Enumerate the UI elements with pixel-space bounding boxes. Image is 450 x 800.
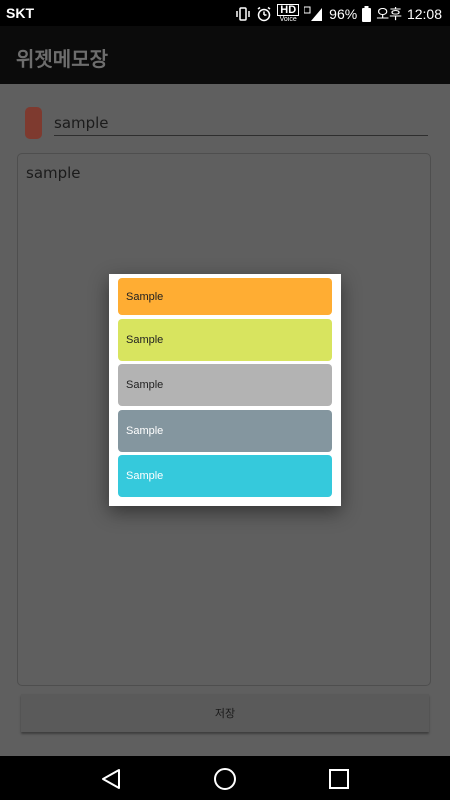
- color-option-lime[interactable]: Sample: [118, 319, 332, 361]
- status-icons: HD Voice 96% 오후 12:08: [235, 4, 442, 24]
- navigation-bar: [0, 756, 450, 800]
- alarm-icon: [256, 6, 272, 22]
- color-option-slate[interactable]: Sample: [118, 410, 332, 452]
- voice-label: Voice: [279, 16, 297, 23]
- vibrate-icon: [235, 6, 251, 22]
- memo-title-input[interactable]: sample: [54, 113, 428, 136]
- back-icon[interactable]: [98, 766, 124, 792]
- color-option-label: Sample: [126, 470, 164, 482]
- color-option-label: Sample: [126, 379, 164, 391]
- color-option-orange[interactable]: Sample: [118, 278, 332, 315]
- color-option-label: Sample: [126, 334, 164, 346]
- save-button[interactable]: 저장: [21, 694, 429, 732]
- hd-label: HD: [277, 4, 300, 16]
- color-option-gray[interactable]: Sample: [118, 364, 332, 406]
- time-prefix: 오후: [376, 6, 402, 22]
- color-option-cyan[interactable]: Sample: [118, 455, 332, 497]
- clock-time: 12:08: [406, 6, 442, 22]
- color-select-dialog: Sample Sample Sample Sample Sample: [109, 274, 341, 506]
- app-title: 위젯메모장: [16, 47, 108, 71]
- color-picker-chip[interactable]: [25, 107, 42, 139]
- battery-percent: 96%: [329, 6, 358, 22]
- app-bar: 위젯메모장: [0, 26, 450, 84]
- battery-icon: [362, 6, 372, 22]
- memo-body-text: sample: [26, 164, 81, 182]
- status-bar: SKT HD Voice 96% 오후 12:08: [0, 0, 450, 26]
- color-option-label: Sample: [126, 425, 164, 437]
- recent-apps-icon[interactable]: [326, 766, 352, 792]
- carrier-label: SKT: [6, 5, 34, 21]
- hd-voice-icon: HD Voice: [277, 4, 300, 24]
- color-option-label: Sample: [126, 290, 164, 303]
- home-icon[interactable]: [212, 766, 238, 792]
- lte-signal-icon: [304, 6, 324, 22]
